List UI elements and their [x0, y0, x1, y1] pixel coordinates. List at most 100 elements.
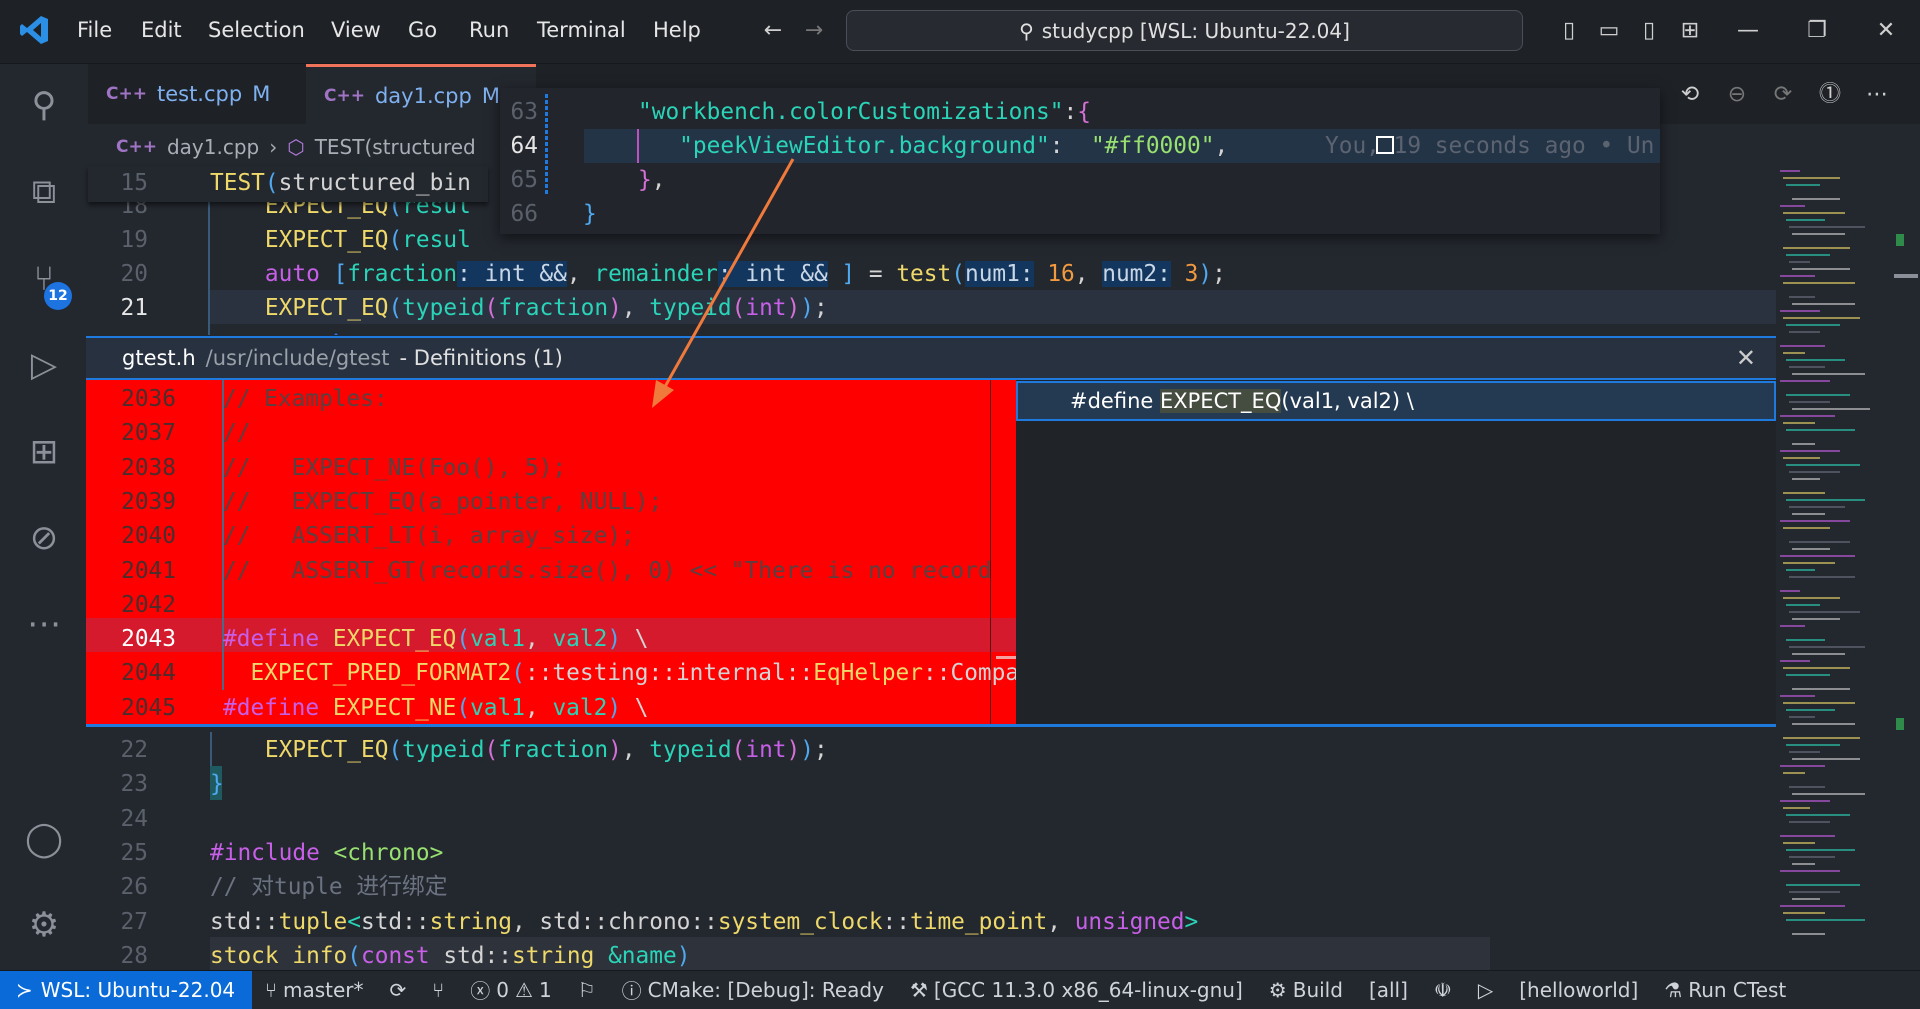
minimap-line — [1783, 527, 1830, 529]
toggle-panel-icon[interactable]: ▭ — [1596, 18, 1622, 44]
reference-item[interactable]: #define EXPECT_EQ (val1, val2) \ — [1016, 381, 1776, 421]
run-play-icon[interactable]: ▷ — [1465, 978, 1506, 1002]
explorer-files-icon[interactable]: ⧉ — [20, 168, 68, 216]
minimap-line — [1783, 177, 1840, 179]
menu-go[interactable]: Go — [408, 18, 437, 42]
minimap-line — [1792, 898, 1820, 900]
remote-indicator[interactable]: ≻ WSL: Ubuntu-22.04 — [0, 970, 252, 1009]
go-back-change-icon[interactable]: ⟲ — [1677, 82, 1703, 108]
code-token: ( — [484, 295, 499, 321]
git-graph-icon[interactable]: ⊘ — [20, 514, 68, 562]
build-target[interactable]: [all] — [1356, 978, 1421, 1002]
minimap-line — [1792, 303, 1855, 305]
code-token: val1 — [470, 694, 525, 721]
branch-item[interactable]: ⑂ master* — [252, 978, 377, 1002]
more-icon[interactable]: ⋯ — [20, 600, 68, 648]
code-token: , — [566, 261, 595, 287]
code-token: remainder — [594, 261, 718, 287]
code-token: , — [524, 694, 553, 721]
code-text: // ASSERT_LT(i, array_size); — [223, 519, 635, 553]
minimap-line — [1792, 688, 1850, 690]
close-window-icon[interactable]: ✕ — [1873, 18, 1899, 44]
git-graph-icon[interactable]: ⓵ — [1817, 82, 1843, 108]
vscode-logo-icon — [20, 16, 48, 44]
minimap-line — [1792, 443, 1815, 445]
peek-editor[interactable]: 2036 // Examples: 2037 // 2038 // EXPECT_NE(F… — [86, 380, 1016, 724]
code-token: , — [524, 626, 553, 653]
close-peek-icon[interactable]: ✕ — [1736, 344, 1756, 372]
restore-icon[interactable]: ❐ — [1804, 18, 1830, 44]
code-token: ( — [951, 261, 965, 287]
sticky-scroll[interactable]: 15 TEST(structured_bin — [88, 166, 488, 202]
code-token: tuple — [278, 908, 348, 935]
debug-bug-icon[interactable]: ☫ — [1421, 978, 1465, 1002]
minimap-line — [1786, 219, 1825, 221]
line-number: 15 — [120, 170, 148, 196]
git-graph-status-icon[interactable]: ⑂ — [419, 978, 457, 1002]
scrollbar-thumb[interactable] — [1894, 274, 1918, 278]
menu-help[interactable]: Help — [653, 18, 701, 42]
code-token: unsigned — [1074, 908, 1185, 935]
command-center-search[interactable]: ⚲ studycpp [WSL: Ubuntu-22.04] — [846, 10, 1523, 51]
menu-edit[interactable]: Edit — [141, 18, 182, 42]
code-token: ) — [800, 737, 815, 763]
breadcrumb-symbol[interactable]: TEST(structured — [315, 135, 476, 159]
run-debug-icon[interactable]: ▷ — [20, 341, 68, 389]
line-number: 22 — [120, 737, 148, 763]
problems-item[interactable]: ⓧ 0 ⚠ 1 — [457, 975, 564, 1004]
code-token: ( — [347, 942, 361, 969]
minimap-line — [1789, 366, 1825, 368]
launch-target[interactable]: [helloworld] — [1506, 978, 1651, 1002]
minimap-line — [1783, 667, 1850, 669]
cmake-status[interactable]: ⓘ CMake: [Debug]: Ready — [609, 975, 897, 1004]
cmake-kit[interactable]: ⚒ [GCC 11.3.0 x86_64-linux-gnu] — [897, 978, 1256, 1002]
menu-file[interactable]: File — [77, 18, 112, 42]
minimap[interactable] — [1776, 170, 1892, 970]
menu-run[interactable]: Run — [469, 18, 509, 42]
code-token: // EXPECT_EQ(a_pointer, NULL); — [223, 488, 663, 515]
go-forward-change-icon[interactable]: ⟳ — [1770, 82, 1796, 108]
back-arrow-icon[interactable]: ← — [760, 18, 786, 44]
editor-bottom[interactable]: 22 EXPECT_EQ(typeid(fraction), typeid(in… — [88, 732, 1776, 970]
run-ctest-button[interactable]: ⚗ Run CTest — [1651, 978, 1799, 1002]
toggle-secondary-sidebar-icon[interactable]: ▯ — [1636, 18, 1662, 44]
line-number: 26 — [120, 874, 148, 901]
accounts-icon[interactable]: ◯ — [20, 815, 68, 863]
minimap-line — [1783, 317, 1860, 319]
settings-gear-icon[interactable]: ⚙ — [20, 901, 68, 949]
forward-arrow-icon[interactable]: → — [801, 18, 827, 44]
customize-layout-icon[interactable]: ⊞ — [1677, 18, 1703, 44]
minimap-line — [1783, 492, 1825, 494]
code-token: EXPECT_EQ — [332, 626, 457, 653]
code-token: ( — [511, 660, 525, 687]
timeline-icon[interactable]: ⊖ — [1724, 82, 1750, 108]
code-token: num2: — [1102, 261, 1171, 287]
minimap-line — [1786, 359, 1845, 361]
minimize-icon[interactable]: — — [1735, 18, 1761, 44]
minimap-line — [1780, 590, 1800, 592]
code-token: &name — [608, 942, 677, 969]
search-icon[interactable]: ⚲ — [20, 81, 68, 129]
code-token: // EXPECT_NE(Foo(), 5); — [223, 454, 567, 481]
line-number: 64 — [510, 133, 538, 159]
menu-selection[interactable]: Selection — [208, 18, 305, 42]
debug-launch-icon[interactable]: ⚐ — [565, 978, 609, 1002]
more-actions-icon[interactable]: ⋯ — [1864, 82, 1890, 108]
menu-terminal[interactable]: Terminal — [537, 18, 626, 42]
tab-test-cpp[interactable]: C++ test.cpp M — [88, 64, 306, 124]
code-token: structured_bin — [278, 170, 471, 196]
toggle-primary-sidebar-icon[interactable]: ▯ — [1556, 18, 1582, 44]
line-number: 2038 — [121, 454, 176, 481]
tab-label: day1.cpp — [374, 83, 472, 108]
extensions-icon[interactable]: ⊞ — [20, 428, 68, 476]
breadcrumb-file[interactable]: day1.cpp — [167, 135, 259, 159]
code-token: <chrono> — [333, 839, 444, 866]
minimap-line — [1783, 247, 1850, 249]
build-button[interactable]: ⚙ Build — [1256, 978, 1356, 1002]
menu-view[interactable]: View — [331, 18, 381, 42]
scrollbar[interactable] — [1892, 124, 1920, 970]
code-token: stock — [210, 942, 293, 969]
sync-icon[interactable]: ⟳ — [377, 978, 420, 1002]
code-token: 16 — [1047, 261, 1075, 287]
